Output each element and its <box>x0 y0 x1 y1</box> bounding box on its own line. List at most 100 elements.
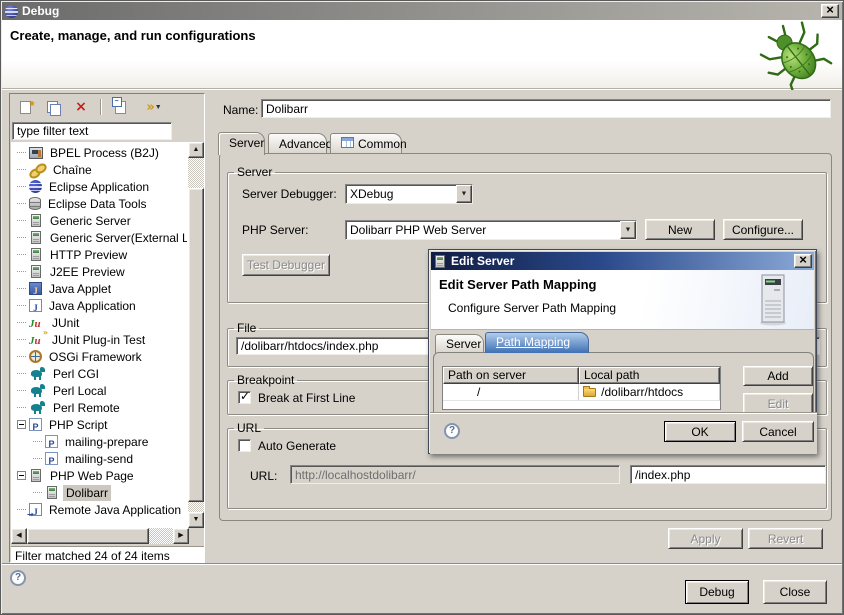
perl-camel-icon <box>29 367 46 380</box>
dialog-button-bar: OK Cancel <box>430 412 817 454</box>
tree-item-perl-local[interactable]: Perl Local <box>11 382 187 399</box>
php-file-icon <box>45 435 58 448</box>
dropdown-arrow-icon[interactable] <box>620 221 636 239</box>
java-remote-icon <box>29 503 42 516</box>
new-configuration-button[interactable] <box>16 98 34 116</box>
tree-item-osgi[interactable]: OSGi Framework <box>11 348 187 365</box>
configure-server-button[interactable]: Configure... <box>723 219 803 240</box>
php-file-icon <box>29 418 42 431</box>
tree-connector <box>17 407 26 408</box>
collapse-toggle-icon[interactable] <box>17 420 26 429</box>
filter-configurations-button[interactable]: » ▼ <box>139 98 169 116</box>
tree-item-eclipse-application[interactable]: Eclipse Application <box>11 178 187 195</box>
tree-item-remote-java[interactable]: Remote Java Application <box>11 501 187 518</box>
tree-item-php-script[interactable]: PHP Script <box>11 416 187 433</box>
php-server-select[interactable]: Dolibarr PHP Web Server <box>345 220 637 240</box>
cancel-button[interactable]: Cancel <box>742 421 814 442</box>
php-server-label: PHP Server: <box>242 223 308 237</box>
name-input[interactable] <box>261 99 831 118</box>
auto-generate-checkbox[interactable] <box>238 439 251 452</box>
table-row[interactable]: / /dolibarr/htdocs <box>443 384 720 401</box>
tree-item-chaine[interactable]: Chaîne <box>11 161 187 178</box>
debug-button[interactable]: Debug <box>685 580 749 604</box>
tree-item-mailing-prepare[interactable]: mailing-prepare <box>11 433 187 450</box>
perl-camel-icon <box>29 401 46 414</box>
scroll-down-button[interactable]: ▼ <box>188 512 204 528</box>
dialog-titlebar[interactable]: Edit Server <box>431 252 814 270</box>
path-mapping-table: Path on server Local path / /dolibarr/ht… <box>442 366 721 410</box>
tree-connector <box>17 390 26 391</box>
bug-icon <box>754 18 836 93</box>
tree-vertical-scrollbar[interactable]: ▲ ▼ <box>188 142 204 528</box>
revert-button[interactable]: Revert <box>748 528 823 549</box>
tree-horizontal-scrollbar[interactable]: ◀ ▶ <box>11 528 204 544</box>
close-button[interactable]: Close <box>763 580 827 604</box>
ok-button[interactable]: OK <box>664 421 736 442</box>
configurations-sidebar: × » ▼ BPEL Process (B2J) Chaîne Eclipse … <box>9 93 205 563</box>
scroll-right-button[interactable]: ▶ <box>173 528 189 544</box>
add-mapping-button[interactable]: Add <box>743 366 813 386</box>
java-application-icon <box>29 299 42 312</box>
toolbar-separator <box>100 99 101 115</box>
tree-item-bpel-process[interactable]: BPEL Process (B2J) <box>11 144 187 161</box>
tree-item-generic-server-external[interactable]: Generic Server(External La <box>11 229 187 246</box>
tree-item-php-web-page[interactable]: PHP Web Page <box>11 467 187 484</box>
tree-connector <box>17 509 26 510</box>
tree-item-j2ee-preview[interactable]: J2EE Preview <box>11 263 187 280</box>
cell-path-on-server: / <box>443 384 579 401</box>
scroll-left-button[interactable]: ◀ <box>11 528 27 544</box>
tree-connector <box>17 169 26 170</box>
tree-connector <box>17 186 26 187</box>
tree-item-dolibarr[interactable]: Dolibarr <box>11 484 187 501</box>
banner: Create, manage, and run configurations <box>2 20 842 89</box>
tree-item-junit[interactable]: JUnit <box>11 314 187 331</box>
tree-item-junit-plugin[interactable]: »JUnit Plug-in Test <box>11 331 187 348</box>
tree-item-java-application[interactable]: Java Application <box>11 297 187 314</box>
dropdown-arrow-icon[interactable] <box>456 185 472 203</box>
tree-item-java-applet[interactable]: Java Applet <box>11 280 187 297</box>
osgi-framework-icon <box>29 350 42 363</box>
tree-item-eclipse-data-tools[interactable]: Eclipse Data Tools <box>11 195 187 212</box>
duplicate-configuration-button[interactable] <box>44 98 62 116</box>
eclipse-icon <box>5 5 18 18</box>
dialog-help-icon[interactable] <box>444 423 460 439</box>
window-titlebar[interactable]: Debug <box>2 2 842 20</box>
close-dialog-button[interactable] <box>794 254 812 268</box>
close-window-button[interactable] <box>821 4 839 18</box>
tab-server[interactable]: Server <box>218 132 265 155</box>
collapse-all-button[interactable] <box>111 98 129 116</box>
server-icon <box>31 231 41 244</box>
folder-icon <box>583 388 596 397</box>
tree-connector <box>33 492 42 493</box>
edit-server-dialog: Edit Server Edit Server Path Mapping Con… <box>428 249 817 454</box>
scroll-up-button[interactable]: ▲ <box>188 142 204 158</box>
column-header-path-on-server[interactable]: Path on server <box>443 367 579 384</box>
apply-button[interactable]: Apply <box>668 528 743 549</box>
url-path-input[interactable] <box>630 465 826 484</box>
help-icon[interactable] <box>10 570 26 586</box>
tab-advanced[interactable]: Advanced <box>268 133 327 154</box>
tree-item-perl-remote[interactable]: Perl Remote <box>11 399 187 416</box>
tree-connector <box>17 254 26 255</box>
collapse-toggle-icon[interactable] <box>17 471 26 480</box>
new-server-button[interactable]: New <box>645 219 715 240</box>
test-debugger-button[interactable]: Test Debugger <box>242 254 330 276</box>
dialog-tab-path-mapping[interactable]: Path Mapping <box>485 332 589 353</box>
scroll-thumb[interactable] <box>188 188 204 502</box>
tree-connector <box>17 356 26 357</box>
delete-configuration-button[interactable]: × <box>72 98 90 116</box>
auto-generate-label: Auto Generate <box>258 439 336 453</box>
tree-connector <box>17 322 26 323</box>
tab-common[interactable]: Common <box>330 133 402 154</box>
server-debugger-select[interactable]: XDebug <box>345 184 473 204</box>
break-first-line-checkbox[interactable] <box>238 391 251 404</box>
filter-input[interactable] <box>12 122 172 140</box>
tree-item-http-preview[interactable]: HTTP Preview <box>11 246 187 263</box>
tree-item-perl-cgi[interactable]: Perl CGI <box>11 365 187 382</box>
dialog-tab-server[interactable]: Server <box>435 334 484 353</box>
tree-item-mailing-send[interactable]: mailing-send <box>11 450 187 467</box>
duplicate-icon <box>47 101 60 114</box>
scroll-thumb[interactable] <box>27 528 149 544</box>
tree-item-generic-server[interactable]: Generic Server <box>11 212 187 229</box>
column-header-local-path[interactable]: Local path <box>579 367 720 384</box>
